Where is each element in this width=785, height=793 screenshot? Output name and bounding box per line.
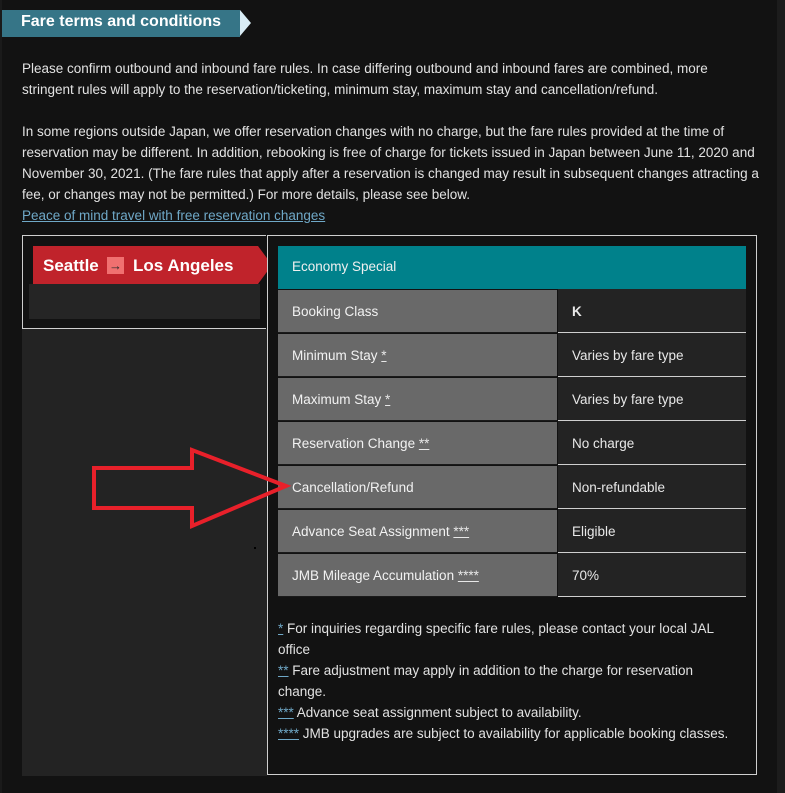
fare-rule-value-cell: 70% (558, 553, 746, 597)
footnote-text: Advance seat assignment subject to avail… (293, 705, 582, 720)
fare-rule-value-cell: No charge (558, 421, 746, 465)
fare-rule-label: Minimum Stay * (292, 348, 387, 363)
footnote-mark-link[interactable]: ** (419, 436, 430, 451)
fare-rule-value-cell: Varies by fare type (558, 333, 746, 377)
route-banner: Seattle → Los Angeles (33, 246, 258, 284)
route-panel-body (22, 329, 267, 776)
footnote-mark-link[interactable]: * (385, 392, 390, 407)
footnote-mark-link[interactable]: ** (278, 663, 289, 678)
footnote-text: For inquiries regarding specific fare ru… (278, 621, 714, 657)
fare-rule-label-text: Advance Seat Assignment (292, 524, 450, 539)
intro-paragraph-2-text: In some regions outside Japan, we offer … (22, 124, 759, 202)
footnote: *** Advance seat assignment subject to a… (278, 702, 738, 723)
fare-rule-value: Varies by fare type (572, 348, 684, 363)
fare-rule-row: Minimum Stay * Varies by fare type (278, 333, 746, 377)
fare-rule-value-cell: Non-refundable (558, 465, 746, 509)
fare-rule-row: Reservation Change ** No charge (278, 421, 746, 465)
fare-rule-value: Varies by fare type (572, 392, 684, 407)
footnote-text: JMB upgrades are subject to availability… (299, 726, 729, 741)
scrollbar-track[interactable] (777, 0, 785, 793)
footnote: **** JMB upgrades are subject to availab… (278, 723, 738, 744)
fare-rule-label: JMB Mileage Accumulation **** (292, 568, 479, 583)
fare-rule-label: Advance Seat Assignment *** (292, 524, 469, 539)
fare-rule-value: 70% (572, 568, 600, 583)
fare-rule-value-cell: K (558, 289, 746, 333)
fare-rule-value: K (572, 304, 582, 319)
fare-rule-label: Reservation Change ** (292, 436, 429, 451)
page-edge (0, 0, 2, 793)
fare-rule-row: Booking Class K (278, 289, 746, 333)
fare-rule-label-cell: Booking Class (278, 290, 557, 333)
fare-rule-label-cell: Cancellation/Refund (278, 466, 557, 509)
intro-paragraph-1: Please confirm outbound and inbound fare… (22, 61, 708, 97)
fare-rule-row: Advance Seat Assignment *** Eligible (278, 509, 746, 553)
fare-type-name: Economy Special (292, 259, 397, 274)
section-title: Fare terms and conditions (21, 13, 222, 30)
fare-rule-label-cell: Minimum Stay * (278, 334, 557, 377)
fare-rule-label-text: Minimum Stay (292, 348, 378, 363)
fare-rule-label: Cancellation/Refund (292, 480, 414, 495)
footnotes: * For inquiries regarding specific fare … (278, 618, 738, 744)
fare-type-header: Economy Special (278, 246, 746, 289)
fare-rule-label-text: Maximum Stay (292, 392, 382, 407)
footnote-mark-link[interactable]: *** (278, 705, 294, 720)
fare-rule-label: Maximum Stay * (292, 392, 390, 407)
fare-rule-label-cell: JMB Mileage Accumulation **** (278, 554, 557, 597)
fare-rule-value-cell: Varies by fare type (558, 377, 746, 421)
red-annotation-arrow-icon (92, 447, 292, 530)
origin-city: Seattle (43, 256, 99, 275)
footnote: * For inquiries regarding specific fare … (278, 618, 738, 660)
fare-rule-value: Non-refundable (572, 480, 666, 495)
fare-rule-label-text: JMB Mileage Accumulation (292, 568, 455, 583)
fare-rule-row: Maximum Stay * Varies by fare type (278, 377, 746, 421)
free-changes-link[interactable]: Peace of mind travel with free reservati… (22, 208, 325, 223)
footnote: ** Fare adjustment may apply in addition… (278, 660, 738, 702)
fare-rule-label-cell: Maximum Stay * (278, 378, 557, 421)
fare-rule-value: No charge (572, 436, 635, 451)
fare-rule-value-cell: Eligible (558, 509, 746, 553)
destination-city: Los Angeles (133, 256, 234, 275)
fare-rule-label-text: Reservation Change (292, 436, 416, 451)
fare-rule-label: Booking Class (292, 304, 378, 319)
header-notch-icon (240, 10, 251, 36)
stray-dot (254, 547, 256, 549)
footnote-mark-link[interactable]: *** (453, 524, 469, 539)
footnote-mark-link[interactable]: **** (458, 568, 479, 583)
fare-rule-label-cell: Advance Seat Assignment *** (278, 510, 557, 553)
fare-rule-label-cell: Reservation Change ** (278, 422, 557, 465)
fare-rules-table: Booking Class K Minimum Stay * Varies by fa… (278, 289, 746, 597)
arrow-right-icon: → (107, 257, 124, 274)
fare-rule-label-text: Booking Class (292, 304, 379, 319)
fare-rule-row: Cancellation/Refund Non-refundable (278, 465, 746, 509)
intro-paragraph-2: In some regions outside Japan, we offer … (22, 121, 762, 226)
footnote-mark-link[interactable]: * (381, 348, 386, 363)
intro-text: Please confirm outbound and inbound fare… (22, 58, 762, 226)
fare-rule-label-text: Cancellation/Refund (292, 480, 414, 495)
footnote-mark-link[interactable]: **** (278, 726, 299, 741)
fare-rule-value: Eligible (572, 524, 616, 539)
route-subpanel (29, 284, 260, 319)
footnote-text: Fare adjustment may apply in addition to… (278, 663, 693, 699)
fare-rule-row: JMB Mileage Accumulation **** 70% (278, 553, 746, 597)
